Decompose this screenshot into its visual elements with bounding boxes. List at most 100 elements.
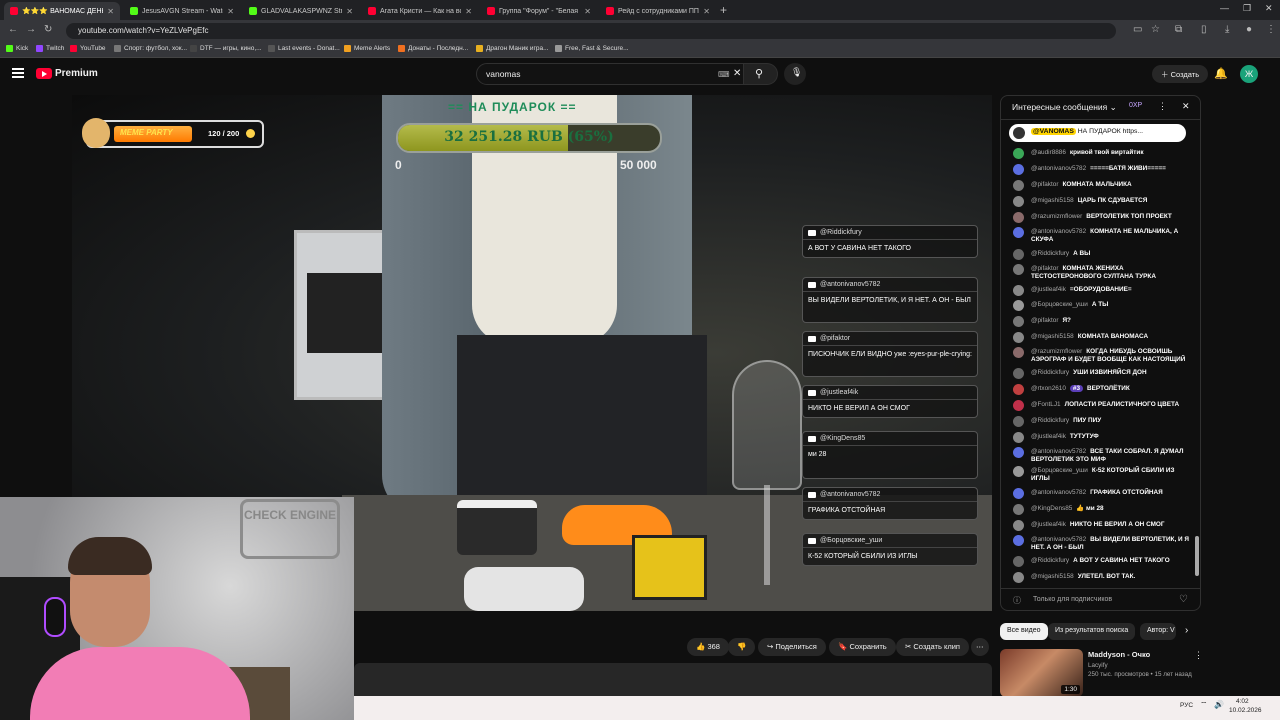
browser-tab[interactable]: ⭐⭐⭐ ВАНОМАС ДЕНЬ РОЖ ✕ bbox=[4, 2, 120, 20]
share-button[interactable]: ↪ Поделиться bbox=[758, 638, 826, 656]
bookmark-item[interactable]: DTF — игры, кино,... bbox=[190, 45, 262, 52]
bookmark-item[interactable]: Last events - Donat... bbox=[268, 45, 340, 52]
browser-tab[interactable]: Агата Кристи — Как на войне ✕ bbox=[362, 2, 478, 20]
chat-username[interactable]: @razumizmflower bbox=[1031, 348, 1082, 355]
more-actions-button[interactable]: ⋯ bbox=[971, 638, 989, 656]
pinned-message[interactable]: @VANOMAS НА ПУДАРОК https... bbox=[1009, 124, 1186, 142]
chat-username[interactable]: @KingDens85 bbox=[1031, 505, 1072, 512]
chat-username[interactable]: @justleaf4ik bbox=[1031, 286, 1066, 293]
volume-icon[interactable]: 🔊 bbox=[1214, 700, 1224, 709]
wifi-icon[interactable]: ⌔ bbox=[1200, 700, 1208, 710]
chat-avatar[interactable] bbox=[1013, 520, 1024, 531]
chat-avatar[interactable] bbox=[1013, 432, 1024, 443]
minimize-button[interactable]: — bbox=[1220, 3, 1229, 13]
dislike-button[interactable]: 👎 bbox=[728, 638, 756, 656]
chat-username[interactable]: @antonivanov5782 bbox=[1031, 165, 1086, 172]
chat-avatar[interactable] bbox=[1013, 447, 1024, 458]
chat-username[interactable]: @Riddickfury bbox=[1031, 250, 1069, 257]
chat-username[interactable]: @migashi5158 bbox=[1031, 573, 1074, 580]
bookmark-item[interactable]: Драгон Маник игра... bbox=[476, 45, 549, 52]
chat-scrollbar[interactable] bbox=[1195, 536, 1199, 576]
chat-username[interactable]: @Riddickfury bbox=[1031, 417, 1069, 424]
chat-avatar[interactable] bbox=[1013, 148, 1024, 159]
profile-icon[interactable]: ● bbox=[1246, 24, 1252, 35]
chat-username[interactable]: @Riddickfury bbox=[1031, 557, 1069, 564]
youtube-logo[interactable]: Premium bbox=[36, 68, 98, 79]
search-input[interactable]: vanomas bbox=[476, 63, 744, 85]
chat-username[interactable]: @rtxon2610 bbox=[1031, 385, 1066, 392]
chat-input[interactable]: ⓘ Только для подписчиков ♡ bbox=[1001, 588, 1200, 610]
chat-avatar[interactable] bbox=[1013, 504, 1024, 515]
chat-avatar[interactable] bbox=[1013, 466, 1024, 477]
points-badge[interactable]: 0XP bbox=[1129, 102, 1142, 109]
chat-avatar[interactable] bbox=[1013, 556, 1024, 567]
chat-avatar[interactable] bbox=[1013, 212, 1024, 223]
chat-avatar[interactable] bbox=[1013, 249, 1024, 260]
tray-time[interactable]: 4:02 bbox=[1236, 698, 1249, 705]
tab-close-icon[interactable]: ✕ bbox=[346, 7, 353, 16]
url-field[interactable]: youtube.com/watch?v=YeZLVePgEfc bbox=[66, 23, 1116, 39]
chat-avatar[interactable] bbox=[1013, 384, 1024, 395]
tab-close-icon[interactable]: ✕ bbox=[227, 7, 234, 16]
forward-icon[interactable]: → bbox=[26, 24, 36, 35]
chat-avatar[interactable] bbox=[1013, 227, 1024, 238]
chat-avatar[interactable] bbox=[1013, 368, 1024, 379]
chip-author[interactable]: Автор: V bbox=[1140, 623, 1176, 640]
chat-username[interactable]: @antonivanov5782 bbox=[1031, 489, 1086, 496]
chat-avatar[interactable] bbox=[1013, 264, 1024, 275]
menu-icon[interactable]: ⋮ bbox=[1266, 24, 1276, 35]
chat-avatar[interactable] bbox=[1013, 332, 1024, 343]
tab-close-icon[interactable]: ✕ bbox=[465, 7, 472, 16]
chat-avatar[interactable] bbox=[1013, 488, 1024, 499]
tab-close-icon[interactable]: ✕ bbox=[703, 7, 710, 16]
keyboard-icon[interactable]: ⌨ bbox=[718, 70, 730, 79]
tab-close-icon[interactable]: ✕ bbox=[584, 7, 591, 16]
chat-username[interactable]: @antonivanov5782 bbox=[1031, 448, 1086, 455]
clear-search-icon[interactable]: ✕ bbox=[733, 68, 741, 79]
clip-button[interactable]: ✂ Создать клип bbox=[896, 638, 969, 656]
search-button[interactable]: ⚲ bbox=[744, 63, 778, 85]
chat-avatar[interactable] bbox=[1013, 400, 1024, 411]
chat-username[interactable]: @razumizmflower bbox=[1031, 213, 1082, 220]
chip-search-results[interactable]: Из результатов поиска bbox=[1048, 623, 1136, 640]
video-more-icon[interactable]: ⋮ bbox=[1194, 650, 1203, 661]
video-channel[interactable]: Lacyify bbox=[1088, 662, 1108, 669]
chat-username[interactable]: @migashi5158 bbox=[1031, 333, 1074, 340]
hamburger-menu-icon[interactable] bbox=[12, 68, 24, 78]
chat-avatar[interactable] bbox=[1013, 316, 1024, 327]
chat-username[interactable]: @migashi5158 bbox=[1031, 197, 1074, 204]
chat-avatar[interactable] bbox=[1013, 416, 1024, 427]
chat-username[interactable]: @pifaktor bbox=[1031, 265, 1058, 272]
browser-tab[interactable]: GLADVALAKASPWNZ Stream -✕ bbox=[243, 2, 359, 20]
chat-mode-dropdown[interactable]: Интересные сообщения ⌄ bbox=[1012, 102, 1117, 112]
chevron-right-icon[interactable]: › bbox=[1185, 625, 1188, 636]
chat-avatar[interactable] bbox=[1013, 347, 1024, 358]
create-button[interactable]: ＋ Создать bbox=[1152, 65, 1209, 83]
like-button[interactable]: 👍 368 bbox=[687, 638, 729, 656]
browser-tab[interactable]: JesusAVGN Stream - Watch Liv ✕ bbox=[124, 2, 240, 20]
heart-icon[interactable]: ♡ bbox=[1179, 594, 1188, 605]
bookmark-item[interactable]: Meme Alerts bbox=[344, 45, 390, 52]
tray-date[interactable]: 10.02.2026 bbox=[1229, 707, 1262, 714]
bookmark-item[interactable]: Kick bbox=[6, 45, 28, 52]
tab-close-icon[interactable]: ✕ bbox=[107, 7, 114, 16]
chat-username[interactable]: @audir8886 bbox=[1031, 149, 1066, 156]
chat-avatar[interactable] bbox=[1013, 164, 1024, 175]
chat-username[interactable]: @pifaktor bbox=[1031, 181, 1058, 188]
voice-search-button[interactable]: 🎙 bbox=[784, 63, 806, 85]
bookmark-item[interactable]: Спорт: футбол, хок... bbox=[114, 45, 187, 52]
reload-icon[interactable]: ↻ bbox=[44, 24, 52, 35]
back-icon[interactable]: ← bbox=[8, 24, 18, 35]
extensions-icon[interactable]: ⧉ bbox=[1175, 24, 1182, 35]
chat-username[interactable]: @pifaktor bbox=[1031, 317, 1058, 324]
chat-username[interactable]: @justleaf4ik bbox=[1031, 521, 1066, 528]
chat-username[interactable]: @Борцовские_уши bbox=[1031, 467, 1088, 474]
chat-username[interactable]: @antonivanov5782 bbox=[1031, 228, 1086, 235]
browser-tab[interactable]: Группа "Форум" - "Белая ночь ✕ bbox=[481, 2, 597, 20]
chip-all-videos[interactable]: Все видео bbox=[1000, 623, 1048, 640]
tray-lang[interactable]: РУС bbox=[1180, 702, 1193, 709]
video-title[interactable]: Maddyson - Очко bbox=[1088, 650, 1150, 659]
chat-more-icon[interactable]: ⋮ bbox=[1158, 101, 1167, 112]
chat-avatar[interactable] bbox=[1013, 535, 1024, 546]
chat-username[interactable]: @Riddickfury bbox=[1031, 369, 1069, 376]
